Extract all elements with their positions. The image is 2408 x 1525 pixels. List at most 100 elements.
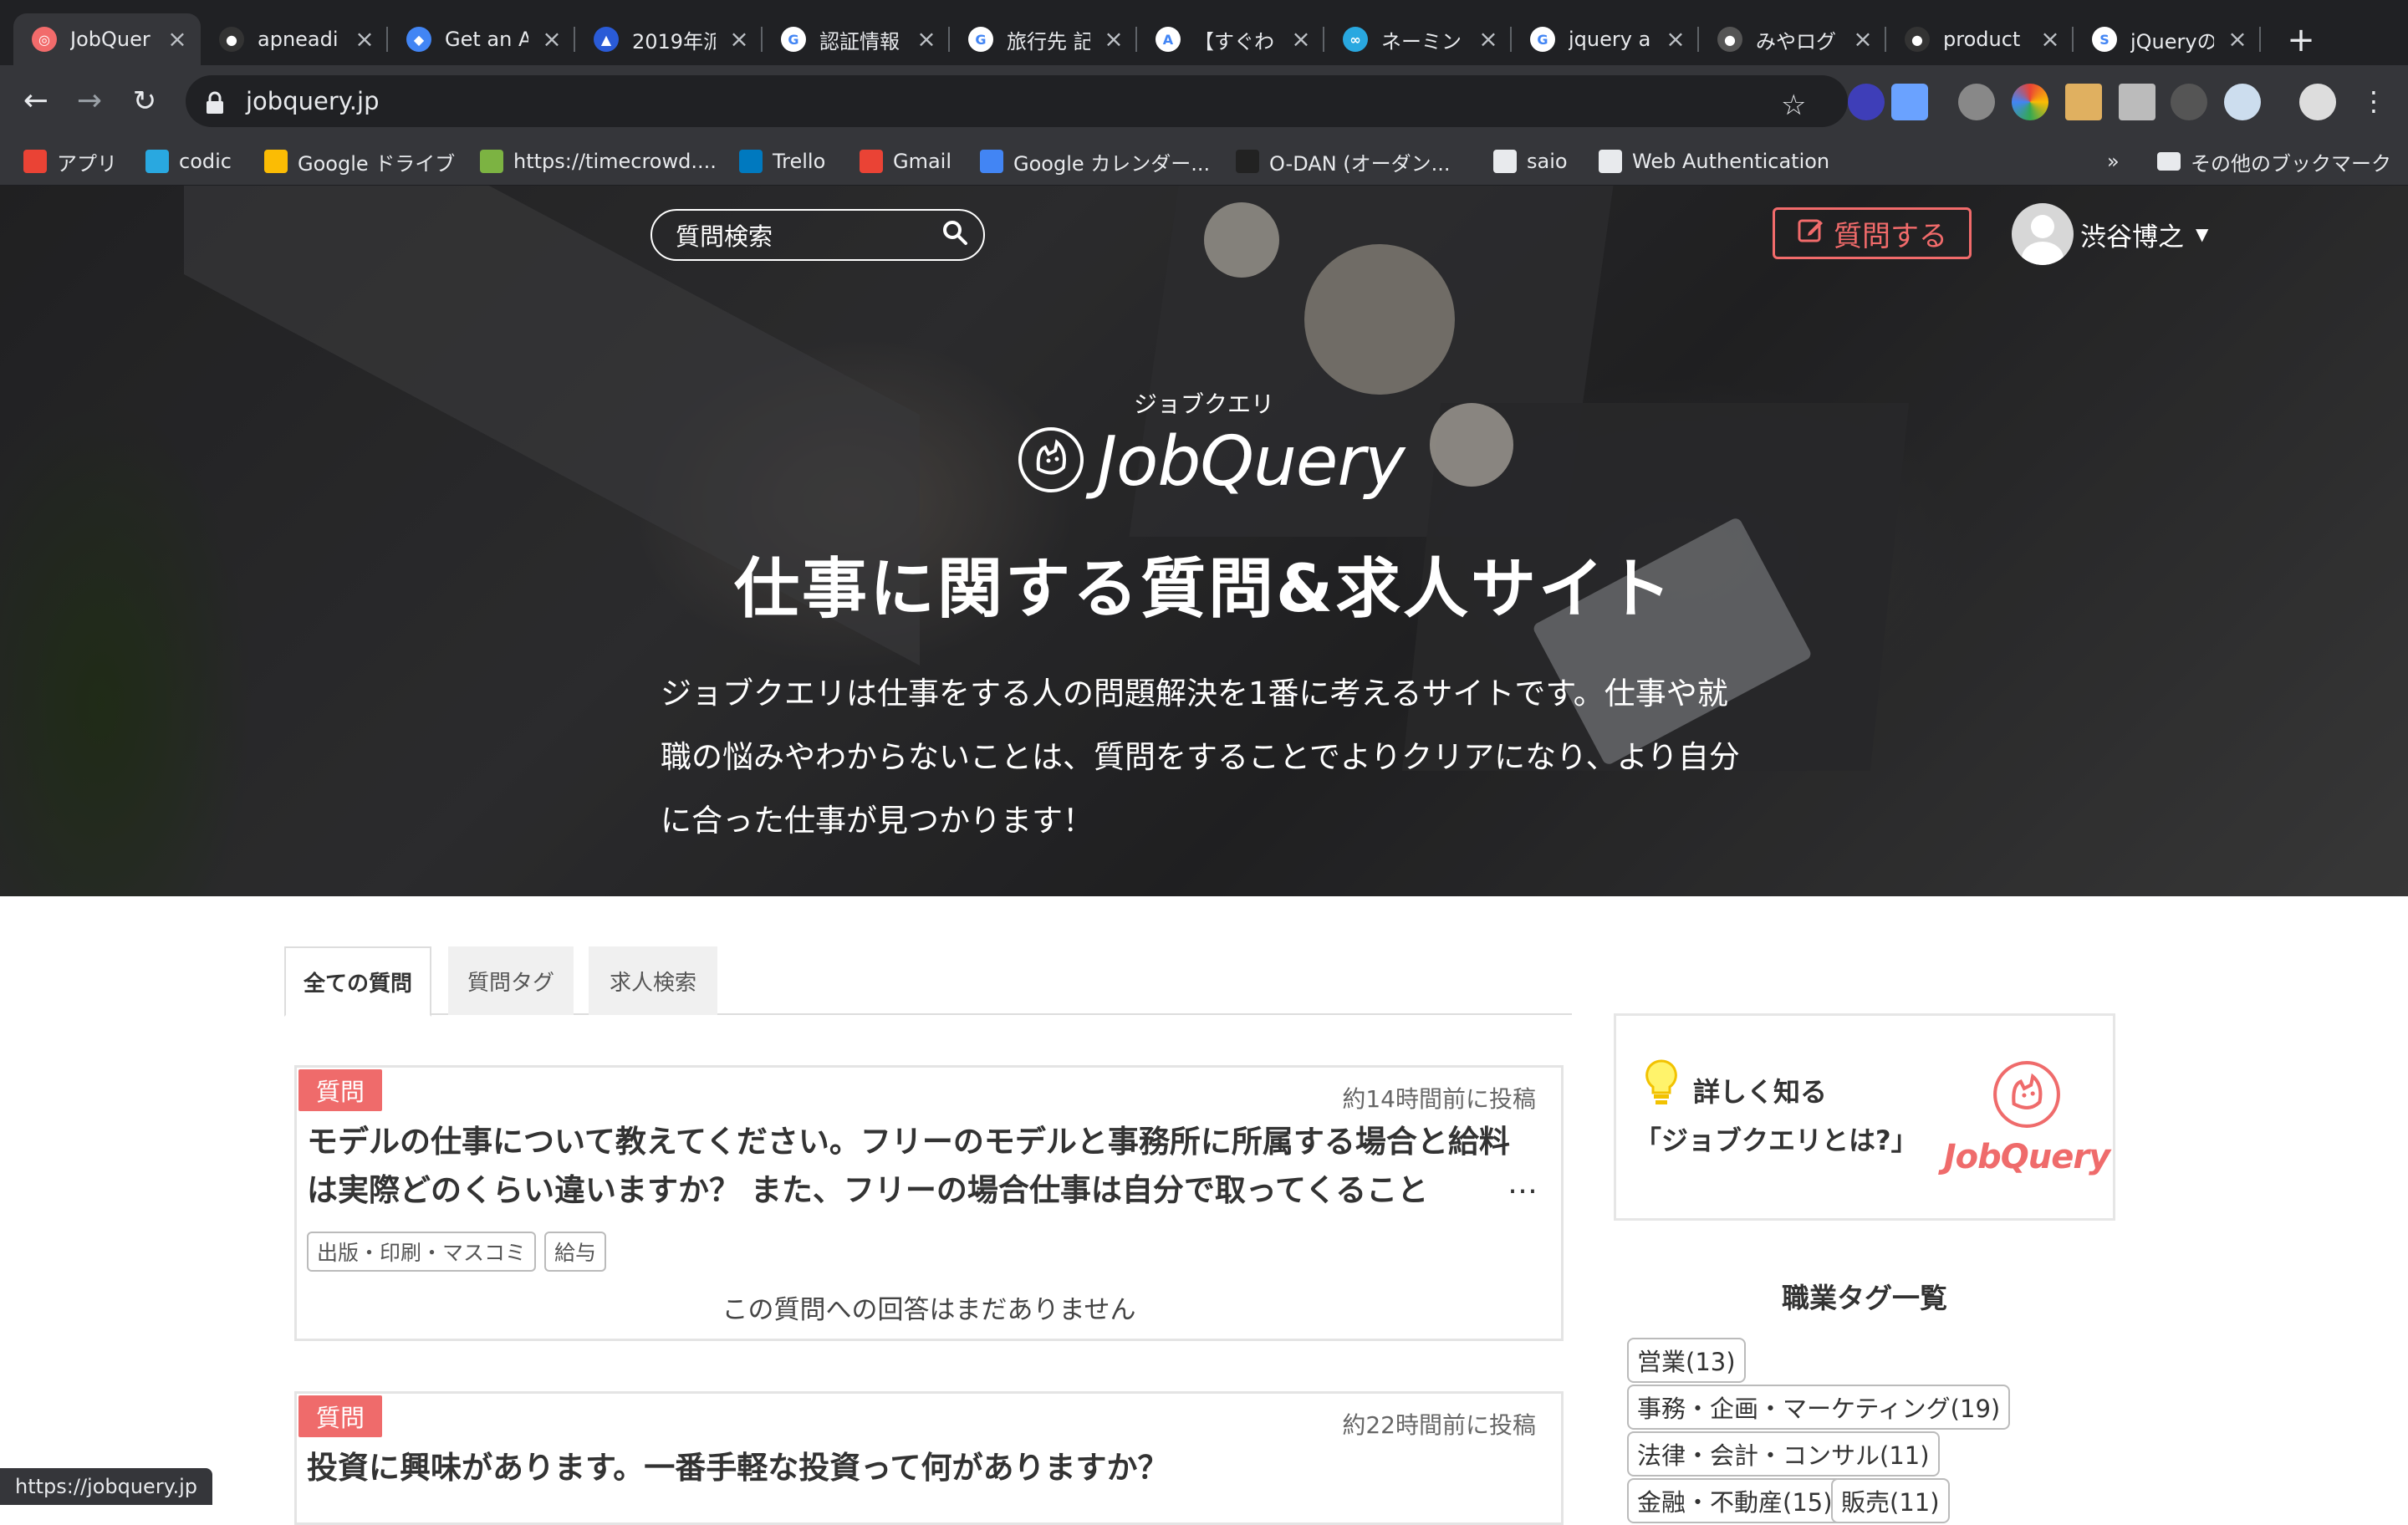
tab-title: Get an A	[445, 28, 528, 51]
browser-tab[interactable]: ● apneadi ×	[201, 13, 388, 65]
drive-icon	[264, 150, 288, 173]
bookmarks-overflow-button[interactable]: »	[2107, 145, 2120, 177]
browser-tab[interactable]: ● product ×	[1886, 13, 2074, 65]
extension-icon[interactable]	[1848, 84, 1885, 120]
close-tab-icon[interactable]: ×	[1291, 28, 1311, 51]
apps-grid-icon	[23, 150, 47, 173]
trello-icon	[739, 150, 763, 173]
close-tab-icon[interactable]: ×	[1104, 28, 1124, 51]
bookmark-label: Google ドライブ	[298, 151, 456, 176]
bookmarks-bar: アプリ codic Google ドライブ https://timecrowd....…	[0, 137, 2408, 186]
question-title[interactable]: 投資に興味があります。一番手軽な投資って何がありますか？	[307, 1444, 1528, 1492]
profile-avatar-icon[interactable]	[2299, 84, 2336, 120]
browser-tab[interactable]: G 旅行先 記 ×	[950, 13, 1137, 65]
job-tag[interactable]: 販売(11)	[1831, 1478, 1950, 1523]
about-jobquery-card[interactable]: 詳しく知る 「ジョブクエリとは?」 JobQuery	[1614, 1013, 2115, 1221]
post-time: 約14時間前に投稿	[1342, 1085, 1536, 1113]
other-bookmarks-folder[interactable]: その他のブックマーク	[2157, 145, 2391, 177]
browser-toolbar: ← → ↻ jobquery.jp ☆ ⋮	[0, 65, 2408, 137]
about-title: 詳しく知る	[1693, 1076, 1828, 1108]
extension-icon[interactable]	[1891, 84, 1928, 120]
ask-question-button[interactable]: 質問する	[1773, 207, 1972, 259]
avatar	[2012, 203, 2074, 265]
job-tag[interactable]: 営業(13)	[1627, 1338, 1746, 1383]
browser-tab[interactable]: ∞ ネーミン ×	[1324, 13, 1512, 65]
browser-tab[interactable]: ● みやログ ×	[1699, 13, 1886, 65]
site-logo[interactable]: JobQuery	[1017, 420, 1406, 503]
question-tag[interactable]: 出版・印刷・マスコミ	[307, 1232, 537, 1272]
tab-question-tags[interactable]: 質問タグ	[448, 946, 574, 1015]
new-tab-button[interactable]: +	[2279, 18, 2323, 62]
browser-tab[interactable]: Gjquery a ×	[1512, 13, 1699, 65]
job-tag[interactable]: 金融・不動産(15)	[1627, 1478, 1843, 1523]
bookmark-label: saio	[1527, 150, 1568, 173]
question-title[interactable]: モデルの仕事について教えてください。フリーのモデルと事務所に所属する場合と給料は…	[307, 1118, 1528, 1215]
close-tab-icon[interactable]: ×	[1478, 28, 1498, 51]
browser-menu-icon[interactable]: ⋮	[2354, 82, 2393, 120]
job-tag[interactable]: 事務・企画・マーケティング(19)	[1627, 1385, 2011, 1430]
post-time: 約22時間前に投稿	[1342, 1411, 1536, 1439]
favicon-icon: G	[781, 27, 806, 52]
user-name: 渋谷博之	[2080, 222, 2184, 252]
browser-tab[interactable]: ◆ Get an A ×	[388, 13, 575, 65]
favicon-icon: ◎	[32, 27, 57, 52]
bookmark-item[interactable]: アプリ	[23, 145, 117, 177]
close-tab-icon[interactable]: ×	[542, 28, 562, 51]
question-search-input[interactable]: 質問検索	[650, 209, 985, 261]
bookmark-item[interactable]: Google カレンダー...	[980, 145, 1210, 177]
extension-icon[interactable]	[2065, 84, 2102, 120]
close-tab-icon[interactable]: ×	[2227, 28, 2247, 51]
globe-icon	[1599, 150, 1622, 173]
browser-tab[interactable]: ▲ 2019年派 ×	[575, 13, 763, 65]
close-tab-icon[interactable]: ×	[729, 28, 749, 51]
tab-title: JobQuer	[70, 28, 150, 51]
question-badge: 質問	[298, 1395, 382, 1437]
close-tab-icon[interactable]: ×	[2040, 28, 2060, 51]
bookmark-item[interactable]: Gmail	[860, 145, 951, 177]
search-icon[interactable]	[941, 219, 968, 252]
site-name-kana: ジョブクエリ	[1133, 390, 1274, 418]
job-tag[interactable]: 法律・会計・コンサル(11)	[1627, 1431, 1940, 1477]
bookmark-star-icon[interactable]: ☆	[1781, 89, 1806, 122]
close-tab-icon[interactable]: ×	[1666, 28, 1686, 51]
favicon-icon: ▲	[594, 27, 619, 52]
url-text: jobquery.jp	[246, 87, 380, 115]
timecrowd-icon	[480, 150, 503, 173]
close-tab-icon[interactable]: ×	[916, 28, 936, 51]
close-tab-icon[interactable]: ×	[167, 28, 187, 51]
user-menu[interactable]: 渋谷博之 ▼	[2012, 202, 2208, 266]
hero-headline: 仕事に関する質問&求人サイト	[733, 552, 1675, 627]
close-tab-icon[interactable]: ×	[1853, 28, 1873, 51]
tab-title: jQueryの	[2130, 29, 2214, 54]
question-card[interactable]: 質問 約14時間前に投稿 モデルの仕事について教えてください。フリーのモデルと事…	[294, 1065, 1564, 1341]
bookmark-item[interactable]: Trello	[739, 145, 825, 177]
back-button[interactable]: ←	[17, 82, 55, 120]
browser-tab[interactable]: A 【すぐわ ×	[1137, 13, 1324, 65]
bookmark-item[interactable]: saio	[1493, 145, 1568, 177]
address-bar[interactable]: jobquery.jp	[186, 75, 1848, 127]
bookmark-item[interactable]: Google ドライブ	[264, 145, 455, 177]
extension-icon[interactable]	[2171, 84, 2207, 120]
tab-title: apneadi	[258, 28, 339, 51]
extension-icon[interactable]	[1958, 84, 1995, 120]
favicon-icon: A	[1156, 27, 1181, 52]
forward-button[interactable]: →	[70, 82, 109, 120]
bookmark-item[interactable]: Web Authentication	[1599, 145, 1829, 177]
browser-tab[interactable]: SjQueryの ×	[2074, 13, 2261, 65]
tab-title: 認証情報	[819, 29, 900, 54]
question-card[interactable]: 質問 約22時間前に投稿 投資に興味があります。一番手軽な投資って何がありますか…	[294, 1391, 1564, 1525]
browser-tab[interactable]: ◎ JobQuer ×	[13, 13, 201, 65]
browser-tab[interactable]: G 認証情報 ×	[763, 13, 950, 65]
bookmark-item[interactable]: https://timecrowd....	[480, 145, 717, 177]
qr-code-icon[interactable]	[2119, 84, 2155, 120]
reload-button[interactable]: ↻	[125, 82, 164, 120]
question-tag[interactable]: 給与	[544, 1232, 607, 1272]
tab-all-questions[interactable]: 全ての質問	[284, 946, 431, 1017]
close-tab-icon[interactable]: ×	[355, 28, 375, 51]
favicon-icon: G	[1530, 27, 1555, 52]
bookmark-item[interactable]: codic	[145, 145, 232, 177]
extension-icon[interactable]	[2224, 84, 2261, 120]
extension-icon[interactable]	[2012, 84, 2048, 120]
tab-job-search[interactable]: 求人検索	[589, 946, 717, 1015]
bookmark-item[interactable]: O-DAN (オーダン...	[1236, 145, 1451, 177]
